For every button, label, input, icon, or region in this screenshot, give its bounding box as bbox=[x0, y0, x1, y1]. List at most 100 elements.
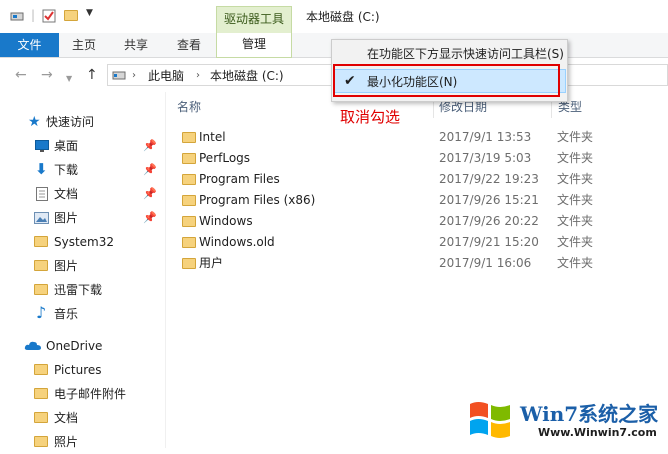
file-type: 文件夹 bbox=[557, 130, 594, 144]
folder-icon bbox=[34, 412, 48, 423]
sidebar-item-email-attachments[interactable]: 电子邮件附件 bbox=[0, 382, 165, 406]
highlight-box bbox=[333, 64, 560, 97]
sidebar-item-xunlei-downloads[interactable]: 迅雷下载 bbox=[0, 278, 165, 302]
annotation-text: 取消勾选 bbox=[340, 108, 401, 126]
sidebar-item-onedrive-documents[interactable]: 文档 bbox=[0, 406, 165, 430]
customize-quick-access-icon[interactable]: ▼ bbox=[86, 8, 93, 18]
breadcrumb-this-pc[interactable]: 此电脑 bbox=[148, 67, 184, 85]
file-type: 文件夹 bbox=[557, 172, 594, 186]
file-row-intel[interactable]: Intel 2017/9/1 13:53 文件夹 bbox=[176, 127, 666, 148]
drive-tools-context-tab[interactable]: 驱动器工具 bbox=[216, 6, 292, 33]
folder-icon bbox=[182, 258, 196, 269]
file-type: 文件夹 bbox=[557, 214, 594, 228]
file-row-program-files[interactable]: Program Files 2017/9/22 19:23 文件夹 bbox=[176, 169, 666, 190]
sidebar-item-pictures[interactable]: 图片 📌 bbox=[0, 206, 165, 230]
folder-icon bbox=[34, 436, 48, 447]
drive-window-icon[interactable] bbox=[10, 9, 24, 23]
properties-icon[interactable] bbox=[42, 9, 56, 23]
sidebar-item-label: 文档 bbox=[54, 411, 79, 425]
file-name: Windows.old bbox=[199, 235, 275, 249]
sidebar-item-documents[interactable]: 文档 📌 bbox=[0, 182, 165, 206]
title-divider: | bbox=[31, 8, 36, 22]
title-bar: | ▼ 驱动器工具 本地磁盘 (C:) bbox=[0, 0, 668, 33]
sidebar-item-label: System32 bbox=[54, 235, 115, 249]
folder-icon bbox=[34, 284, 48, 295]
file-row-windows-old[interactable]: Windows.old 2017/9/21 15:20 文件夹 bbox=[176, 232, 666, 253]
folder-icon bbox=[34, 388, 48, 399]
watermark: Win7系统之家 Www.Winwin7.com bbox=[466, 392, 668, 448]
back-icon[interactable]: ← bbox=[15, 66, 27, 84]
tab-manage[interactable]: 管理 bbox=[216, 33, 292, 58]
file-name: Windows bbox=[199, 214, 253, 228]
windows-logo-icon bbox=[470, 402, 510, 438]
sidebar-item-music[interactable]: ♪ 音乐 bbox=[0, 302, 165, 326]
column-header-name[interactable]: 名称 bbox=[177, 98, 201, 116]
recent-locations-icon[interactable]: ▼ bbox=[66, 70, 72, 88]
file-modified: 2017/9/22 19:23 bbox=[439, 172, 539, 186]
menu-item-show-below-ribbon[interactable]: 在功能区下方显示快速访问工具栏(S) bbox=[333, 42, 566, 66]
folder-icon bbox=[182, 132, 196, 143]
sidebar-item-label: 桌面 bbox=[54, 139, 79, 153]
file-modified: 2017/9/1 16:06 bbox=[439, 256, 532, 270]
sidebar-item-onedrive-pictures[interactable]: Pictures bbox=[0, 358, 165, 382]
sidebar-item-label: 迅雷下载 bbox=[54, 283, 103, 297]
folder-icon bbox=[182, 174, 196, 185]
pin-icon[interactable]: 📌 bbox=[143, 187, 157, 200]
sidebar-item-label: OneDrive bbox=[46, 339, 103, 353]
folder-icon bbox=[182, 153, 196, 164]
sidebar-item-label: Pictures bbox=[54, 363, 102, 377]
sidebar-item-label: 文档 bbox=[54, 187, 79, 201]
file-name: Program Files bbox=[199, 172, 280, 186]
sidebar-item-system32[interactable]: System32 bbox=[0, 230, 165, 254]
watermark-brand: Win7系统之家 bbox=[520, 402, 659, 426]
sidebar-item-onedrive[interactable]: OneDrive bbox=[0, 334, 165, 358]
sidebar-item-label: 图片 bbox=[54, 211, 79, 225]
file-modified: 2017/9/1 13:53 bbox=[439, 130, 532, 144]
breadcrumb-separator[interactable]: › bbox=[132, 67, 136, 85]
file-type: 文件夹 bbox=[557, 193, 594, 207]
drive-icon bbox=[112, 71, 126, 80]
file-row-perflogs[interactable]: PerfLogs 2017/3/19 5:03 文件夹 bbox=[176, 148, 666, 169]
sidebar-item-pictures-folder[interactable]: 图片 bbox=[0, 254, 165, 278]
folder-icon bbox=[182, 216, 196, 227]
tab-file[interactable]: 文件 bbox=[0, 33, 59, 57]
forward-icon[interactable]: → bbox=[41, 66, 53, 84]
file-modified: 2017/9/26 15:21 bbox=[439, 193, 539, 207]
breadcrumb-separator[interactable]: › bbox=[196, 67, 200, 85]
breadcrumb-local-disk[interactable]: 本地磁盘 (C:) bbox=[210, 67, 284, 85]
file-row-program-files-x86[interactable]: Program Files (x86) 2017/9/26 15:21 文件夹 bbox=[176, 190, 666, 211]
file-row-windows[interactable]: Windows 2017/9/26 20:22 文件夹 bbox=[176, 211, 666, 232]
pin-icon[interactable]: 📌 bbox=[143, 163, 157, 176]
navigation-pane: ★ 快速访问 桌面 📌 ⬇ 下载 📌 文档 📌 图片 📌 System32 图片… bbox=[0, 92, 166, 449]
folder-icon bbox=[34, 364, 48, 375]
menu-item-label: 在功能区下方显示快速访问工具栏(S) bbox=[367, 47, 564, 61]
star-icon: ★ bbox=[28, 114, 41, 130]
watermark-url: Www.Winwin7.com bbox=[538, 426, 657, 439]
sidebar-item-quick-access[interactable]: ★ 快速访问 bbox=[0, 110, 165, 134]
file-name: PerfLogs bbox=[199, 151, 251, 165]
folder-icon bbox=[182, 195, 196, 206]
up-icon[interactable]: ↑ bbox=[86, 66, 98, 84]
desktop-icon bbox=[35, 140, 49, 152]
file-name: 用户 bbox=[199, 256, 224, 270]
file-type: 文件夹 bbox=[557, 256, 594, 270]
document-icon bbox=[36, 187, 48, 201]
file-name: Intel bbox=[199, 130, 226, 144]
new-folder-icon[interactable] bbox=[64, 10, 78, 21]
sidebar-item-downloads[interactable]: ⬇ 下载 📌 bbox=[0, 158, 165, 182]
file-row-users[interactable]: 用户 2017/9/1 16:06 文件夹 bbox=[176, 253, 666, 274]
folder-icon bbox=[182, 237, 196, 248]
sidebar-item-label: 快速访问 bbox=[46, 115, 95, 129]
tab-share[interactable]: 共享 bbox=[124, 33, 148, 57]
sidebar-item-label: 下载 bbox=[54, 163, 79, 177]
sidebar-item-label: 图片 bbox=[54, 259, 79, 273]
tab-view[interactable]: 查看 bbox=[177, 33, 201, 57]
folder-icon bbox=[34, 236, 48, 247]
pin-icon[interactable]: 📌 bbox=[143, 139, 157, 152]
pin-icon[interactable]: 📌 bbox=[143, 211, 157, 224]
tab-home[interactable]: 主页 bbox=[72, 33, 96, 57]
file-type: 文件夹 bbox=[557, 235, 594, 249]
sidebar-item-desktop[interactable]: 桌面 📌 bbox=[0, 134, 165, 158]
pictures-icon bbox=[34, 212, 49, 224]
sidebar-item-photos[interactable]: 照片 bbox=[0, 430, 165, 454]
